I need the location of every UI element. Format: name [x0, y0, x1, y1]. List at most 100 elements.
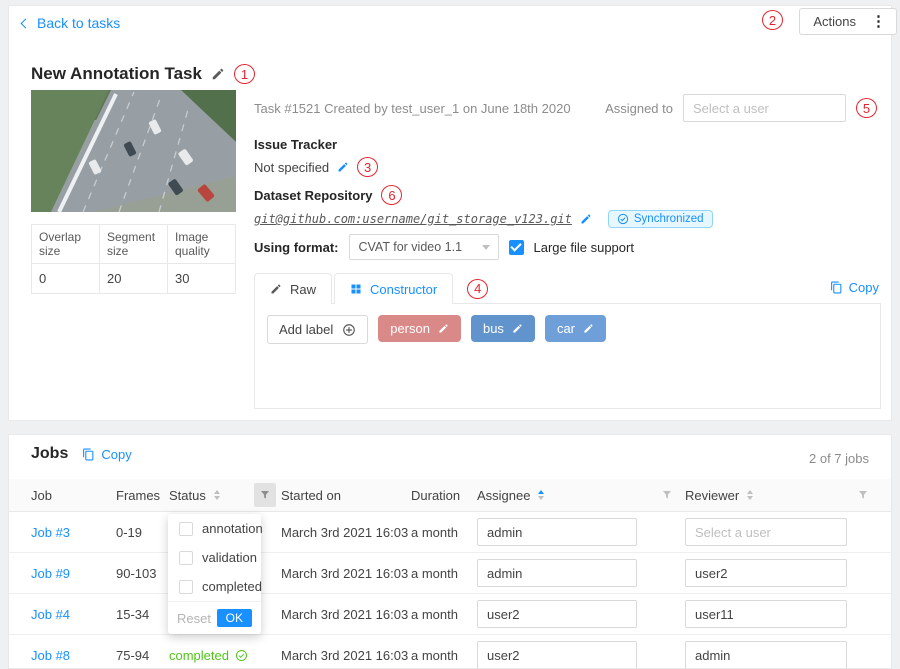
task-assignee-input[interactable]	[683, 94, 846, 122]
tab-raw[interactable]: Raw	[254, 273, 332, 304]
jobs-table-body: Job #3 0-19 March 3rd 2021 16:03 a month…	[9, 512, 891, 669]
reviewer-input[interactable]	[685, 559, 847, 587]
callout-1: 1	[234, 64, 255, 84]
started-cell: March 3rd 2021 16:03	[281, 648, 411, 663]
tab-constructor[interactable]: Constructor	[334, 273, 453, 304]
filter-option-annotation[interactable]: annotation	[168, 514, 261, 543]
label-chip-car[interactable]: car	[545, 315, 606, 342]
assigned-to-row: Assigned to 5	[605, 94, 877, 122]
frames-cell: 15-34	[116, 607, 169, 622]
labels-panel: Add label person bus car	[254, 303, 881, 409]
column-status: Status	[169, 483, 281, 507]
label-chip-person-name: person	[390, 321, 430, 336]
callout-5: 5	[856, 98, 877, 118]
column-reviewer-label: Reviewer	[685, 488, 739, 503]
assignee-input[interactable]	[477, 600, 637, 628]
issue-tracker-section: Issue Tracker Not specified 3	[254, 137, 378, 177]
jobs-title: Jobs	[31, 445, 68, 463]
back-to-tasks-link[interactable]: Back to tasks	[22, 15, 120, 31]
format-select[interactable]: CVAT for video 1.1	[349, 234, 499, 260]
status-filter-icon[interactable]	[254, 483, 276, 507]
duration-cell: a month	[411, 525, 477, 540]
status-completed-label: completed	[169, 648, 229, 663]
labels-copy-button[interactable]: Copy	[830, 280, 879, 295]
job-link[interactable]: Job #9	[31, 566, 116, 581]
using-format-label: Using format:	[254, 240, 339, 255]
reviewer-sort-icon[interactable]	[747, 490, 753, 500]
label-chip-bus-name: bus	[483, 321, 504, 336]
checkbox-validation[interactable]	[179, 551, 193, 565]
task-preview-image	[31, 90, 236, 212]
assignee-filter-icon[interactable]	[661, 489, 673, 501]
checkbox-completed[interactable]	[179, 580, 193, 594]
table-row: Job #9 90-103 March 3rd 2021 16:03 a mon…	[9, 553, 891, 594]
issue-tracker-label: Issue Tracker	[254, 137, 378, 152]
filter-ok-button[interactable]: OK	[217, 609, 252, 627]
callout-6: 6	[381, 185, 402, 205]
copy-icon	[82, 448, 95, 461]
job-link[interactable]: Job #8	[31, 648, 116, 663]
page: Back to tasks New Annotation Task 1	[0, 0, 900, 669]
column-reviewer: Reviewer	[685, 488, 869, 503]
jobs-table-header: Job Frames Status Started on Duration As…	[9, 479, 891, 512]
copy-icon	[830, 281, 843, 294]
status-cell: completed	[169, 648, 281, 663]
task-title-row: New Annotation Task 1	[31, 64, 255, 84]
assignee-input[interactable]	[477, 559, 637, 587]
filter-footer: Reset OK	[168, 601, 261, 634]
plus-circle-icon	[342, 323, 356, 337]
table-row: Job #3 0-19 March 3rd 2021 16:03 a month	[9, 512, 891, 553]
jobs-copy-button[interactable]: Copy	[82, 447, 131, 462]
column-status-label: Status	[169, 488, 206, 503]
status-sort-icon[interactable]	[214, 490, 220, 500]
callout-4: 4	[467, 279, 488, 299]
frames-cell: 75-94	[116, 648, 169, 663]
actions-button[interactable]: Actions ⋮	[799, 8, 897, 35]
assigned-to-label: Assigned to	[605, 101, 673, 116]
filter-option-validation-label: validation	[202, 550, 257, 565]
jobs-card: Jobs Copy 2 of 7 jobs Job Frames Status …	[8, 434, 892, 669]
column-duration: Duration	[411, 488, 477, 503]
filter-option-validation[interactable]: validation	[168, 543, 261, 572]
label-chip-bus[interactable]: bus	[471, 315, 535, 342]
reviewer-filter-icon[interactable]	[857, 489, 869, 501]
filter-reset-button[interactable]: Reset	[177, 611, 211, 626]
tab-constructor-label: Constructor	[370, 282, 437, 297]
check-circle-icon	[235, 649, 248, 662]
column-assignee: Assignee	[477, 488, 685, 503]
started-cell: March 3rd 2021 16:03	[281, 607, 411, 622]
large-file-support-checkbox[interactable]	[509, 240, 524, 255]
edit-repository-icon[interactable]	[580, 213, 592, 225]
task-detail-card: Back to tasks New Annotation Task 1	[8, 5, 892, 421]
dataset-repository-url[interactable]: git@github.com:username/git_storage_v123…	[254, 212, 572, 226]
jobs-count: 2 of 7 jobs	[809, 451, 869, 466]
duration-cell: a month	[411, 648, 477, 663]
checkbox-annotation[interactable]	[179, 522, 193, 536]
dataset-repository-label: Dataset Repository	[254, 188, 372, 203]
labels-editor: Raw Constructor 4 Copy Add label	[254, 273, 881, 409]
reviewer-input[interactable]	[685, 518, 847, 546]
callout-2: 2	[762, 10, 783, 30]
edit-label-person-icon[interactable]	[438, 323, 449, 334]
assignee-input[interactable]	[477, 641, 637, 669]
sync-badge-label: Synchronized	[634, 213, 704, 225]
edit-title-icon[interactable]	[211, 67, 225, 81]
filter-option-completed[interactable]: completed	[168, 572, 261, 601]
filter-option-completed-label: completed	[202, 579, 262, 594]
edit-label-car-icon[interactable]	[583, 323, 594, 334]
job-link[interactable]: Job #3	[31, 525, 116, 540]
started-cell: March 3rd 2021 16:03	[281, 525, 411, 540]
edit-issue-tracker-icon[interactable]	[337, 161, 349, 173]
edit-label-bus-icon[interactable]	[512, 323, 523, 334]
job-link[interactable]: Job #4	[31, 607, 116, 622]
assignee-input[interactable]	[477, 518, 637, 546]
reviewer-input[interactable]	[685, 641, 847, 669]
labels-tabs: Raw Constructor 4 Copy	[254, 273, 881, 304]
callout-3: 3	[357, 157, 378, 177]
add-label-button[interactable]: Add label	[267, 315, 368, 344]
sync-check-icon	[617, 213, 629, 225]
assignee-sort-icon[interactable]	[538, 490, 544, 500]
reviewer-input[interactable]	[685, 600, 847, 628]
param-value-segment: 20	[100, 264, 168, 294]
label-chip-person[interactable]: person	[378, 315, 461, 342]
